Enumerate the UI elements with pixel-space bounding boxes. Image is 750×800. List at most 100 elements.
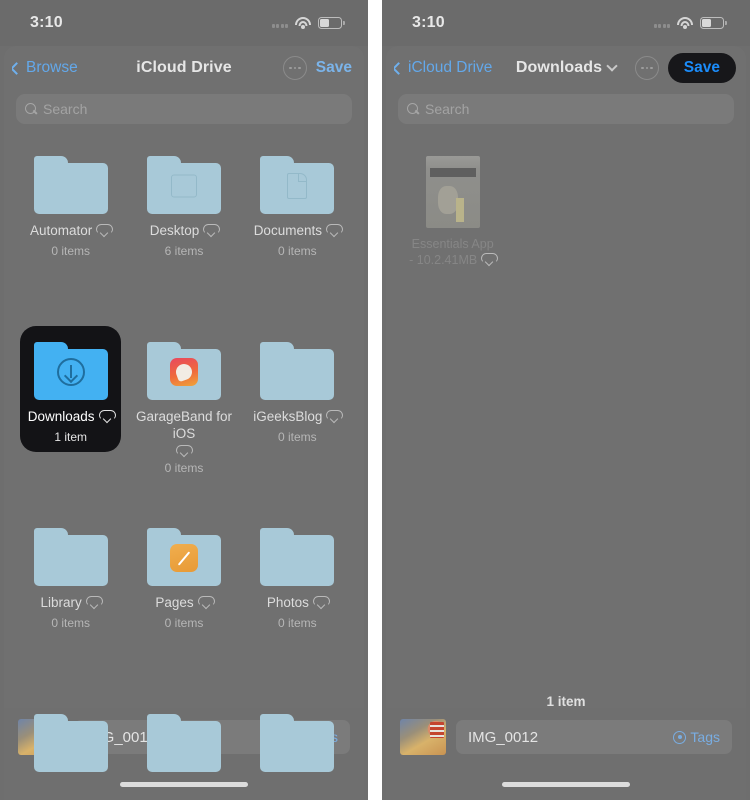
folder-item-downloads[interactable]: Downloads 1 item [14,324,127,510]
folder-item-count: 0 items [277,243,317,258]
download-arrow-icon [56,358,85,387]
tags-icon [673,730,687,744]
folder-item-count: 0 items [164,460,204,475]
file-label: Essentials App [411,237,494,251]
folder-label: Automator [30,223,93,238]
folder-grid-left: Automator 0 items Desktop 6 items Docume… [4,124,364,800]
search-placeholder: Search [425,101,470,117]
status-indicators [271,17,345,29]
chevron-left-icon [394,61,405,75]
folder-item-count: 0 items [277,429,317,444]
icloud-download-icon [197,596,215,608]
back-button[interactable]: Browse [12,59,78,77]
save-button[interactable]: Save [316,59,354,77]
garageband-app-icon [169,358,198,387]
folder-label: GarageBand for iOS [135,409,233,441]
page-title: iCloud Drive [136,59,232,76]
pages-app-icon [169,544,198,573]
ellipsis-circle-icon[interactable] [634,56,659,80]
search-input[interactable]: Search [398,94,734,124]
file-label-line2: - 10.2.41MB [409,253,478,267]
back-button[interactable]: iCloud Drive [394,59,492,77]
folder-icon [146,714,221,772]
icloud-download-icon [203,224,221,236]
folder-label: Pages [155,595,194,610]
search-placeholder: Search [43,101,88,117]
save-button[interactable]: Save [667,53,736,83]
nav-actions-left: Save [282,56,354,80]
folder-icon [33,528,108,586]
document-glyph-icon [287,173,308,200]
nav-actions-right: Save [634,53,736,83]
battery-icon [318,17,345,29]
folder-icon [146,342,221,400]
folder-label: Documents [253,223,322,238]
folder-item-garageband[interactable]: GarageBand for iOS 0 items [127,324,240,510]
nav-bar-right: iCloud Drive Downloads Save [386,46,746,90]
back-button-label: Browse [26,59,78,76]
folder-icon [260,342,335,400]
item-count: 1 item [546,694,586,709]
icloud-download-icon [96,224,114,236]
folder-icon [33,714,108,772]
icloud-download-icon [325,224,343,236]
folder-icon [33,156,108,214]
cellular-signal-icon [653,18,670,28]
ellipsis-circle-icon[interactable] [282,56,307,80]
picker-sheet-right: iCloud Drive Downloads Save Search Essen… [386,46,746,800]
folder-item-desktop[interactable]: Desktop 6 items [127,138,240,324]
folder-item-photos[interactable]: Photos 0 items [241,510,354,696]
folder-icon [33,342,108,400]
right-phone-screenshot: 3:10 iCloud Drive Downloads Save Search … [382,0,750,800]
home-indicator[interactable] [502,782,630,787]
folder-icon [260,714,335,772]
search-icon [25,103,37,115]
search-icon [407,103,419,115]
nav-bar-left: Browse iCloud Drive Save [4,46,364,90]
cellular-signal-icon [271,18,288,28]
folder-item-library[interactable]: Library 0 items [14,510,127,696]
tags-button[interactable]: Tags [673,729,720,745]
status-bar-left: 3:10 [0,0,368,46]
document-thumbnail [425,156,480,228]
file-thumbnail [400,719,446,755]
status-clock: 3:10 [30,14,63,31]
filename-row: IMG_0012 Tags [400,718,732,756]
folder-icon [146,528,221,586]
folder-item-count: 1 item [54,429,87,444]
folder-label: Downloads [27,409,95,424]
home-indicator[interactable] [120,782,248,787]
folder-label: Photos [266,595,309,610]
chevron-left-icon [12,61,23,75]
picker-sheet-left: Browse iCloud Drive Save Search Automato… [4,46,364,800]
status-bar-right: 3:10 [382,0,750,46]
status-clock: 3:10 [412,14,445,31]
panel-divider [368,0,382,800]
dual-screenshot-stage: 3:10 Browse iCloud Drive Save Search Aut… [0,0,750,800]
folder-item-count: 0 items [277,615,317,630]
folder-item-igeeksblog[interactable]: iGeeksBlog 0 items [241,324,354,510]
folder-item-automator[interactable]: Automator 0 items [14,138,127,324]
folder-item-pages[interactable]: Pages 0 items [127,510,240,696]
folder-icon [146,156,221,214]
icloud-download-icon [312,596,330,608]
save-bottom-bar-right: IMG_0012 Tags [386,708,746,800]
status-indicators [653,17,727,29]
filename-value: IMG_0012 [468,728,539,746]
file-grid-right: Essentials App - 10.2.41MB [386,124,746,324]
folder-label: iGeeksBlog [253,409,323,424]
page-title: Downloads [515,59,603,76]
back-button-label: iCloud Drive [408,59,493,76]
folder-icon [260,528,335,586]
folder-item-documents[interactable]: Documents 0 items [241,138,354,324]
icloud-download-icon [85,596,103,608]
folder-item-count: 6 items [164,243,204,258]
wifi-icon [677,17,693,29]
folder-item-count: 0 items [51,243,90,258]
filename-field[interactable]: IMG_0012 Tags [456,720,732,754]
folder-item-count: 0 items [164,615,204,630]
folder-item-count: 0 items [51,615,90,630]
search-input[interactable]: Search [16,94,352,124]
chevron-down-icon[interactable] [606,60,618,72]
file-item-essentials-app[interactable]: Essentials App - 10.2.41MB [396,138,509,324]
